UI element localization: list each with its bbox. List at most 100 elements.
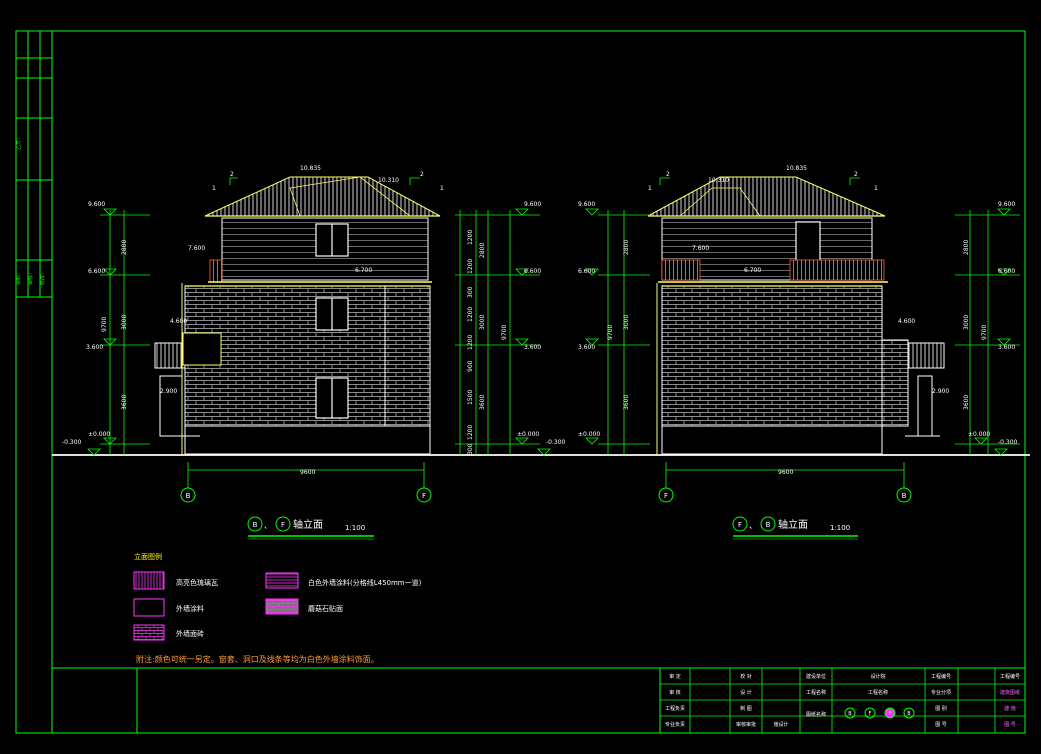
axis-label: B — [902, 492, 907, 500]
section-mark: 2 — [230, 171, 234, 178]
total-height: 9700 — [607, 325, 614, 340]
brick-wall — [661, 285, 883, 427]
section-mark: 2 — [420, 171, 424, 178]
extra-level: 7.600 — [188, 245, 205, 252]
legend: 立面图例 高亮色琉璃瓦 外墙涂料 外墙面砖 白色外墙涂料(分格线L450mm一道… — [133, 552, 422, 641]
level-label: ±0.000 — [578, 431, 600, 438]
axis-bubble-labels: B F F B — [186, 492, 907, 500]
level-label: 9.600 — [88, 201, 105, 208]
tb-axis: B — [848, 711, 852, 717]
tb-cell: 制 图 — [740, 705, 752, 712]
level-label: 6.600 — [998, 268, 1015, 275]
plinth — [661, 425, 883, 455]
level-label: 3.600 — [998, 344, 1015, 351]
extra-level: 6.700 — [744, 267, 761, 274]
extra-level: 6.700 — [355, 267, 372, 274]
floor-dim: 3000 — [121, 315, 128, 330]
title-block: 审 定 校 对 建设单位 设计院 工程编号 工程编号 审 核 设 计 工程名称 … — [52, 667, 1026, 734]
tb-cell: 审 定 — [669, 673, 681, 680]
floor-dim: 3000 — [623, 315, 630, 330]
level-label: 6.600 — [88, 268, 105, 275]
tb-cell: 校 对 — [740, 673, 752, 680]
tb-cell: 专业负责 — [665, 721, 685, 728]
legend-swatch-white-paint — [265, 572, 299, 589]
title-axis: F — [281, 521, 285, 529]
balcony-railing — [661, 259, 701, 281]
extra-level: 10.835 — [786, 165, 807, 172]
side-dim: 1200 — [467, 230, 474, 245]
tb-cell: 设 计 — [740, 689, 752, 696]
legend-swatch-stone — [265, 598, 299, 615]
note-text: 附注:颜色可统一另定。窗套、洞口及线条等均为白色外墙涂料饰面。 — [136, 654, 379, 664]
title-block-axes: B F F B — [844, 707, 915, 719]
legend-label: 外墙面砖 — [176, 629, 204, 638]
side-strip-label: 乙方： — [15, 135, 22, 150]
tb-cell: 审核审批 — [736, 721, 756, 728]
title-axis: B — [253, 521, 258, 529]
legend-title: 立面图例 — [134, 552, 162, 561]
level-label: 6.600 — [578, 268, 595, 275]
extra-level: 10.835 — [300, 165, 321, 172]
side-dim: 900 — [467, 360, 474, 372]
legend-swatch-brick — [133, 624, 165, 641]
section-mark: 1 — [648, 185, 652, 192]
elevation-title: 轴立面 — [778, 518, 808, 531]
floor-dim: 2800 — [623, 240, 630, 255]
total-height: 9700 — [101, 317, 108, 332]
section-mark: 1 — [874, 185, 878, 192]
cad-drawing-sheet: 乙方： 资料： 审核： 修改： 9.600 6.600 3.600 ±0.000… — [0, 0, 1041, 750]
side-strip-label: 审核： — [27, 270, 34, 285]
main-roof — [647, 176, 886, 217]
windows — [315, 223, 349, 419]
legend-label: 高亮色琉璃瓦 — [176, 578, 218, 587]
level-label: 6.600 — [524, 268, 541, 275]
extra-level: 4.600 — [898, 318, 915, 325]
axis-label: F — [664, 492, 668, 500]
tb-cell: 建施图纸 — [1000, 689, 1020, 696]
section-mark: 1 — [440, 185, 444, 192]
tb-cell: 图 号 — [935, 722, 947, 728]
title-block-cells: 审 定 校 对 建设单位 设计院 工程编号 工程编号 审 核 设 计 工程名称 … — [665, 673, 1020, 728]
tb-cell: 建设单位 — [806, 673, 826, 680]
legend-swatch-tile — [133, 571, 165, 590]
elevation-title: 轴立面 — [293, 518, 323, 531]
side-dim: 300 — [467, 286, 474, 298]
section-mark: 2 — [666, 171, 670, 178]
brick-wall — [184, 285, 431, 427]
extra-level: 10.310 — [708, 177, 729, 184]
balcony-railing — [789, 259, 885, 281]
extra-level: 2.900 — [932, 388, 949, 395]
tb-cell: 图纸名称 — [806, 711, 826, 718]
legend-label: 外墙涂料 — [176, 604, 204, 613]
title-separator: 、 — [264, 521, 272, 530]
floor-dim: 3600 — [623, 395, 630, 410]
tb-cell: 图 别 — [935, 705, 947, 712]
floor-dim: 2800 — [479, 243, 486, 258]
level-label: -0.300 — [998, 439, 1018, 446]
section-mark: 1 — [212, 185, 216, 192]
plinth — [184, 425, 431, 455]
tb-cell: 工程名称 — [806, 689, 826, 696]
total-dim: 9600 — [778, 469, 793, 476]
side-dim: 1200 — [467, 307, 474, 322]
total-dim: 9600 — [300, 469, 315, 476]
floor-dim: 2800 — [963, 240, 970, 255]
elevation-title-right: F 、 B 轴立面 1:100 — [732, 516, 858, 540]
level-label: -0.300 — [546, 439, 566, 446]
extra-level: 7.600 — [692, 245, 709, 252]
balcony-railing — [209, 259, 223, 283]
floor-dim: 3600 — [479, 395, 486, 410]
level-label: ±0.000 — [968, 431, 990, 438]
title-axis: F — [738, 521, 742, 529]
elevation-right — [647, 176, 945, 455]
drawing-canvas: 乙方： 资料： 审核： 修改： 9.600 6.600 3.600 ±0.000… — [15, 30, 1030, 734]
tb-axis: F — [889, 711, 892, 717]
level-label: 9.600 — [578, 201, 595, 208]
level-label: 3.600 — [524, 344, 541, 351]
side-dim: 1500 — [467, 390, 474, 405]
side-strip-labels: 乙方： 资料： 审核： 修改： — [15, 135, 46, 285]
floor-dim: 3000 — [479, 315, 486, 330]
level-label: 9.600 — [998, 201, 1015, 208]
level-label: ±0.000 — [88, 431, 110, 438]
title-axis: B — [766, 521, 771, 529]
